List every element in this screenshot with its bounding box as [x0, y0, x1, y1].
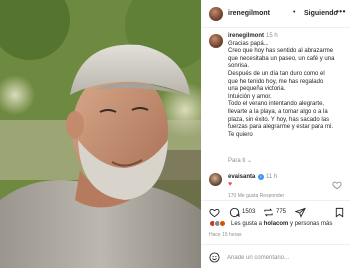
- send-icon[interactable]: [295, 207, 306, 218]
- save-bookmark-icon[interactable]: [334, 207, 345, 218]
- caption-line: Te quiero: [228, 131, 253, 138]
- post-header: irenegilmont • Siguiendo •••: [201, 0, 350, 28]
- comment-like-icon[interactable]: [332, 180, 342, 190]
- add-comment-bar: [201, 244, 350, 268]
- caption-line: Todo el verano intentando alegrarte,: [228, 101, 325, 108]
- author-username[interactable]: irenegilmont: [228, 10, 270, 17]
- comment-time: 11 h: [266, 174, 278, 180]
- caption-line: que he tenido hoy, me has regalado: [228, 78, 324, 85]
- author-avatar[interactable]: [209, 7, 223, 21]
- man-with-cap-image: [0, 0, 201, 268]
- caption-line: Creo que hoy has sentido al abrazarme: [228, 48, 334, 55]
- following-button[interactable]: Siguiendo: [304, 10, 338, 17]
- commenter-username[interactable]: evaisanta: [228, 174, 255, 180]
- comment-text: ♥: [228, 181, 233, 188]
- liker-avatar: [219, 220, 226, 227]
- post-caption: irenegilmont 15 h Gracias papá... Creo qu…: [228, 33, 344, 139]
- liked-by-text[interactable]: Les gusta a holacom y personas más: [231, 221, 332, 227]
- post-timestamp: Hace 15 horas: [209, 232, 242, 238]
- header-separator: •: [293, 9, 296, 16]
- caption-line: Intuición y amor.: [228, 93, 272, 100]
- verified-badge-icon: ✓: [258, 174, 264, 180]
- emoji-icon[interactable]: [209, 252, 220, 263]
- caption-line: Gracias papá...: [228, 40, 269, 47]
- caption-avatar[interactable]: [209, 34, 223, 48]
- translation-toggle[interactable]: Para ti ⌄: [228, 157, 252, 164]
- caption-time: 15 h: [266, 33, 278, 39]
- caption-line: una pequeña victoria.: [228, 86, 286, 93]
- caption-line: llevarte a la playa, a tomar algo o a la: [228, 108, 328, 115]
- caption-line: Después de un día tan duro como el: [228, 70, 325, 77]
- more-options-icon[interactable]: •••: [336, 7, 346, 16]
- liked-by-row[interactable]: Les gusta a holacom y personas más: [209, 220, 349, 230]
- caption-line: fuerzas para alegrarme y estar para mi.: [228, 124, 334, 131]
- post-photo[interactable]: [0, 0, 201, 268]
- shares-count: 775: [276, 209, 287, 215]
- post-panel: irenegilmont • Siguiendo ••• irenegilmon…: [201, 0, 350, 268]
- comment-icon[interactable]: [229, 207, 240, 218]
- commenter-avatar[interactable]: [209, 173, 222, 186]
- caption-line: plaza, sin éxito. Y hoy, has sacado las: [228, 116, 330, 123]
- caption-line: sonrisa.: [228, 63, 250, 70]
- comment-meta[interactable]: 170 Me gusta Responder: [228, 193, 284, 199]
- post-actions: 1503 775: [201, 200, 350, 222]
- caption-username[interactable]: irenegilmont: [228, 33, 264, 39]
- repost-icon[interactable]: [263, 207, 274, 218]
- comments-count: 1503: [242, 209, 256, 215]
- like-heart-icon[interactable]: [209, 207, 220, 218]
- caption-line: que necesitaba un paseo, un café y una: [228, 55, 335, 62]
- comment-input[interactable]: [227, 252, 344, 263]
